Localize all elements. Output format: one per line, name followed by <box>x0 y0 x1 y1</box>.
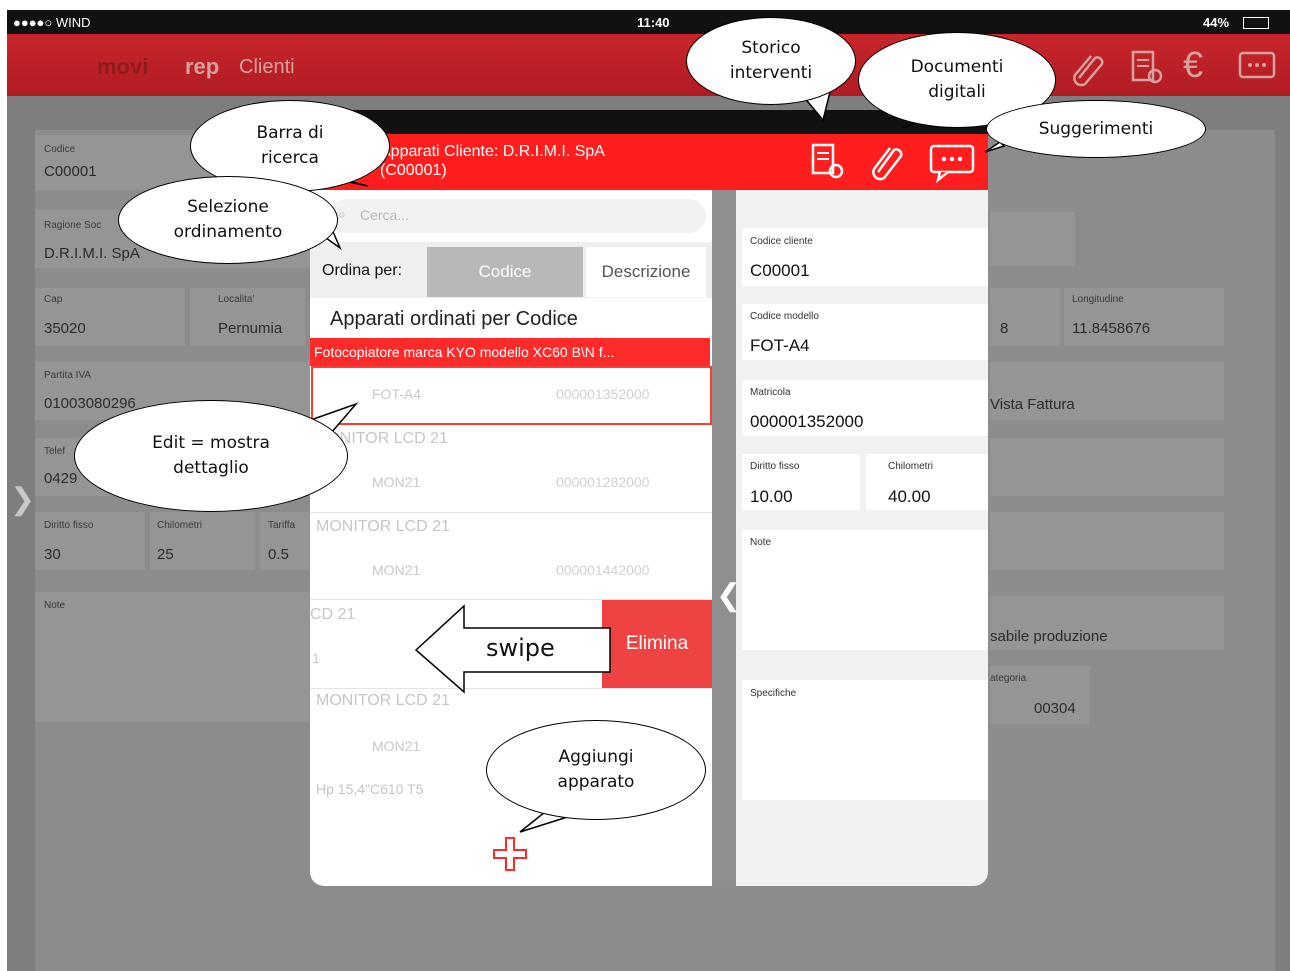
annotation-text: Barra di ricerca <box>256 123 324 168</box>
annotation-text: Aggiungi apparato <box>557 747 635 792</box>
annotation-text: Suggerimenti <box>1038 118 1154 139</box>
annotation-aggiungi-apparato: Aggiungi apparato <box>486 720 706 820</box>
annotation-selezione-ordinamento: Selezione ordinamento <box>118 176 338 264</box>
annotation-suggerimenti: Suggerimenti <box>986 100 1206 158</box>
swipe-label: swipe <box>486 634 555 662</box>
annotation-text: Storico interventi <box>729 38 813 83</box>
annotation-text: Documenti digitali <box>910 57 1004 102</box>
annotation-edit-dettaglio: Edit = mostra dettaglio <box>74 400 348 512</box>
annotation-text: Selezione ordinamento <box>173 197 283 242</box>
annotation-storico-interventi: Storico interventi <box>686 17 856 105</box>
annotation-text: Edit = mostra dettaglio <box>152 433 270 478</box>
